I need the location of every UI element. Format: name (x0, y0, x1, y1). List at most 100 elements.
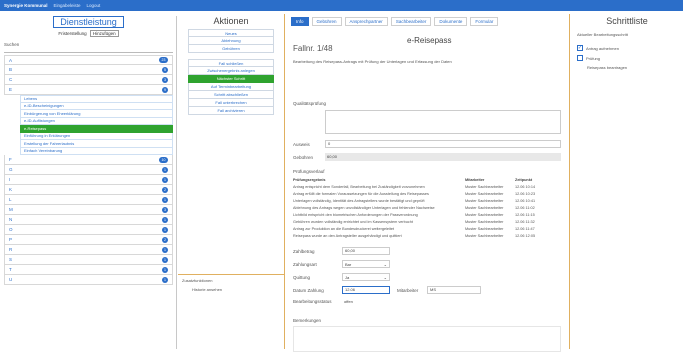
action-button[interactable]: Gebühren (188, 45, 274, 53)
step-subitem: Reisepass beantragen (587, 65, 683, 70)
service-item[interactable]: Einfach Vereinbarung (20, 148, 173, 156)
count-badge: 1 (162, 197, 168, 203)
step-item[interactable]: Prüfung (577, 55, 683, 61)
group-row-m[interactable]: M3 (4, 205, 173, 215)
service-item[interactable]: Einbürgerung von Eheerklärung (20, 110, 173, 118)
quality-textarea[interactable] (325, 110, 561, 134)
step-item[interactable]: ✓Antrag aufnehmen (577, 45, 683, 51)
table-cell: Muster Sachbearbeiter (465, 220, 515, 224)
group-row-u[interactable]: U1 (4, 275, 173, 285)
search-input[interactable] (4, 48, 173, 53)
group-row-f[interactable]: F10 (4, 155, 173, 165)
group-letter: C (9, 77, 12, 82)
topbar-link-logout[interactable]: Logout (87, 3, 101, 8)
group-letter: T (9, 267, 12, 272)
service-panel: Dienstleistung Fristerstellung Hinzufüge… (0, 14, 177, 349)
tab-gebühren[interactable]: Gebühren (312, 17, 342, 26)
checkbox-checked-icon: ✓ (577, 45, 583, 51)
group-row-k[interactable]: K2 (4, 185, 173, 195)
checkbox-icon (577, 55, 583, 61)
topbar-link-input[interactable]: Eingabeleiste (54, 3, 81, 8)
action-button[interactable]: Schritt abschließen (188, 91, 274, 99)
service-item[interactable]: Einführung in Erklärungen (20, 133, 173, 141)
group-row-a[interactable]: A23 (4, 55, 173, 65)
group-row-p[interactable]: P2 (4, 235, 173, 245)
date-input[interactable]: 12.06 (342, 286, 390, 294)
table-cell: 12.06 11:32 (515, 220, 563, 224)
group-letter: F (9, 157, 12, 162)
case-description: Bearbeitung des Reisepass-Antrags mit Pr… (293, 59, 452, 64)
group-row-b[interactable]: B5 (4, 65, 173, 75)
tab-dokumente[interactable]: Dokumente (434, 17, 467, 26)
filter-label: Fristerstellung (58, 31, 86, 36)
group-letter: L (9, 197, 12, 202)
add-button[interactable]: Hinzufügen (90, 30, 119, 37)
group-list-top: A23B5C3E9 (0, 55, 177, 95)
table-cell: 12.06 10:14 (515, 185, 563, 189)
table-cell: 12.06 11:47 (515, 227, 563, 231)
service-item[interactable]: e-ID-Bescheinigungen (20, 103, 173, 111)
action-button[interactable]: Auf Terminbearbeitung (188, 83, 274, 91)
action-button[interactable]: Neues (188, 29, 274, 37)
table-header-cell: Zeitpunkt (515, 178, 563, 182)
table-cell: Ablehnung des Antrags wegen unvollständi… (293, 206, 465, 210)
receipt-select[interactable]: Ja⌄ (342, 273, 390, 281)
action-button[interactable]: Fall archivieren (188, 107, 274, 115)
group-letter: O (9, 227, 13, 232)
case-tabs: InfoGebührenAnsprechpartnerSachbearbeite… (291, 17, 569, 26)
tab-info[interactable]: Info (291, 17, 309, 26)
count-badge: 3 (162, 77, 168, 83)
table-cell: 12.06 12:05 (515, 234, 563, 238)
group-row-e[interactable]: E9 (4, 85, 173, 95)
remark-textarea[interactable] (293, 326, 561, 352)
table-cell: Muster Sachbearbeiter (465, 213, 515, 217)
history-link[interactable]: Historie ansehen (192, 287, 280, 292)
service-item[interactable]: e-Reisepass (20, 125, 173, 133)
count-badge: 1 (162, 277, 168, 283)
action-group-1: NeuesAblehnungGebühren (178, 29, 284, 53)
amount-input[interactable]: 60,00 (342, 247, 390, 255)
action-button[interactable]: Zwischenergebnis anlegen (188, 67, 274, 75)
tab-ansprechpartner[interactable]: Ansprechpartner (345, 17, 388, 26)
signature-input[interactable]: MS (427, 286, 481, 294)
status-value: offen (342, 299, 353, 304)
group-row-c[interactable]: C3 (4, 75, 173, 85)
group-row-l[interactable]: L1 (4, 195, 173, 205)
group-row-o[interactable]: O1 (4, 225, 173, 235)
action-button[interactable]: Ablehnung (188, 37, 274, 45)
steps-title: Schrittliste (571, 16, 683, 26)
count-badge: 1 (162, 177, 168, 183)
action-button[interactable]: Fall schließen (188, 59, 274, 67)
action-button[interactable]: Fall unterbrechen (188, 99, 274, 107)
payment-select[interactable]: Bar⌄ (342, 260, 390, 268)
action-button[interactable]: Nächster Schritt (188, 75, 274, 83)
status-label: Bearbeitungsstatus (293, 299, 332, 304)
group-row-n[interactable]: N1 (4, 215, 173, 225)
table-cell: Unterlagen vollständig, Identität des An… (293, 199, 465, 203)
service-item[interactable]: Erstellung der Fahrerlaubnis (20, 140, 173, 148)
table-cell: Muster Sachbearbeiter (465, 206, 515, 210)
table-cell: 12.06 11:02 (515, 206, 563, 210)
count-badge: 2 (162, 237, 168, 243)
group-row-g[interactable]: G1 (4, 165, 173, 175)
table-cell: Muster Sachbearbeiter (465, 227, 515, 231)
service-item[interactable]: Lebens (20, 95, 173, 103)
group-row-i[interactable]: I1 (4, 175, 173, 185)
group-row-t[interactable]: T1 (4, 265, 173, 275)
group-row-r[interactable]: R1 (4, 245, 173, 255)
step-label: Antrag aufnehmen (586, 46, 619, 51)
table-cell: Muster Sachbearbeiter (465, 185, 515, 189)
group-row-s[interactable]: S1 (4, 255, 173, 265)
table-cell: Antrag zur Produktion an die Bundesdruck… (293, 227, 465, 231)
field-label-2: Gebühren (293, 155, 313, 160)
group-letter: M (9, 207, 13, 212)
table-row: Antrag entspricht dem Sonderfall, Bearbe… (293, 183, 563, 190)
count-badge: 3 (162, 207, 168, 213)
group-letter: U (9, 277, 12, 282)
tab-sachbearbeiter[interactable]: Sachbearbeiter (391, 17, 432, 26)
tab-formular[interactable]: Formular (470, 17, 498, 26)
service-item[interactable]: e-ID-Auflistungen (20, 118, 173, 126)
table-row: Gebühren wurden vollständig entrichtet u… (293, 218, 563, 225)
top-bar: Synergie Kommunal Eingabeleiste Logout (0, 0, 683, 11)
field-input-1[interactable]: 0 (325, 140, 561, 148)
